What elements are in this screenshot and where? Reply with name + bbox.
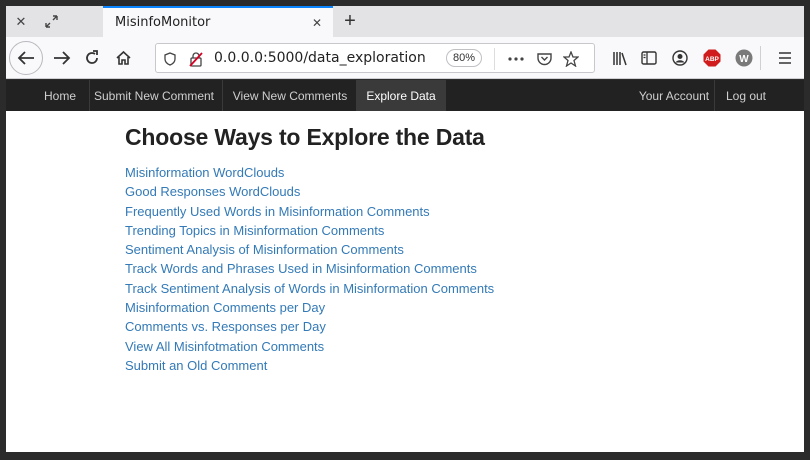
link-frequent-words[interactable]: Frequently Used Words in Misinformation … bbox=[125, 202, 494, 221]
shield-icon[interactable] bbox=[160, 49, 180, 69]
nav-submit-new-comment[interactable]: Submit New Comment bbox=[90, 80, 218, 111]
toolbar-divider bbox=[760, 46, 761, 70]
pocket-icon[interactable] bbox=[534, 49, 554, 69]
page-title: Choose Ways to Explore the Data bbox=[125, 124, 485, 150]
close-window-icon[interactable]: ✕ bbox=[6, 6, 36, 37]
tab-close-icon[interactable]: ✕ bbox=[309, 15, 325, 31]
nav-log-out[interactable]: Log out bbox=[718, 80, 774, 111]
nav-divider bbox=[89, 80, 90, 111]
nav-your-account[interactable]: Your Account bbox=[632, 80, 716, 111]
link-comments-vs-responses[interactable]: Comments vs. Responses per Day bbox=[125, 317, 494, 336]
extension-label: W bbox=[739, 54, 749, 65]
nav-explore-data[interactable]: Explore Data bbox=[356, 80, 446, 111]
tab-strip: ✕ MisinfoMonitor ✕ + bbox=[6, 6, 804, 37]
bookmark-star-icon[interactable] bbox=[561, 49, 581, 69]
back-button[interactable] bbox=[9, 41, 43, 75]
page-viewport: Home Submit New Comment View New Comment… bbox=[6, 80, 804, 452]
restore-window-icon[interactable] bbox=[36, 6, 66, 37]
reload-button[interactable] bbox=[76, 42, 108, 74]
browser-window: ✕ MisinfoMonitor ✕ + 0.0.0.0:5000/data_e… bbox=[0, 0, 810, 460]
url-text[interactable]: 0.0.0.0:5000/data_exploration bbox=[214, 50, 426, 66]
tab-title: MisinfoMonitor bbox=[115, 15, 211, 30]
main-content: Choose Ways to Explore the Data Misinfor… bbox=[125, 124, 494, 375]
hamburger-menu-icon[interactable] bbox=[769, 42, 801, 74]
nav-home[interactable]: Home bbox=[34, 80, 86, 111]
browser-toolbar: 0.0.0.0:5000/data_exploration 80% ABP W bbox=[6, 37, 804, 79]
extension-w-icon[interactable]: W bbox=[728, 42, 760, 74]
link-view-all-comments[interactable]: View All Misinfotmation Comments bbox=[125, 337, 494, 356]
adblock-icon[interactable]: ABP bbox=[696, 42, 728, 74]
tab-active[interactable]: MisinfoMonitor ✕ bbox=[103, 6, 333, 37]
zoom-indicator[interactable]: 80% bbox=[446, 49, 482, 67]
link-comments-per-day[interactable]: Misinformation Comments per Day bbox=[125, 298, 494, 317]
page-actions-icon[interactable] bbox=[506, 49, 526, 69]
home-button[interactable] bbox=[107, 42, 139, 74]
nav-divider bbox=[222, 80, 223, 111]
link-good-responses-wordclouds[interactable]: Good Responses WordClouds bbox=[125, 182, 494, 201]
url-divider bbox=[494, 48, 495, 70]
link-sentiment-analysis[interactable]: Sentiment Analysis of Misinformation Com… bbox=[125, 240, 494, 259]
forward-button[interactable] bbox=[46, 42, 78, 74]
link-trending-topics[interactable]: Trending Topics in Misinformation Commen… bbox=[125, 221, 494, 240]
site-navbar: Home Submit New Comment View New Comment… bbox=[6, 80, 804, 111]
new-tab-button[interactable]: + bbox=[336, 6, 364, 37]
explore-links-list: Misinformation WordClouds Good Responses… bbox=[125, 163, 494, 375]
link-track-words-phrases[interactable]: Track Words and Phrases Used in Misinfor… bbox=[125, 259, 494, 278]
link-track-sentiment-words[interactable]: Track Sentiment Analysis of Words in Mis… bbox=[125, 279, 494, 298]
sidebar-icon[interactable] bbox=[633, 42, 665, 74]
insecure-lock-icon[interactable] bbox=[186, 49, 206, 69]
account-icon[interactable] bbox=[664, 42, 696, 74]
nav-divider bbox=[714, 80, 715, 111]
link-misinformation-wordclouds[interactable]: Misinformation WordClouds bbox=[125, 163, 494, 182]
library-icon[interactable] bbox=[604, 42, 636, 74]
adblock-label: ABP bbox=[705, 56, 719, 63]
link-submit-old-comment[interactable]: Submit an Old Comment bbox=[125, 356, 494, 375]
nav-view-new-comments[interactable]: View New Comments bbox=[226, 80, 354, 111]
url-bar[interactable]: 0.0.0.0:5000/data_exploration 80% bbox=[155, 43, 595, 73]
